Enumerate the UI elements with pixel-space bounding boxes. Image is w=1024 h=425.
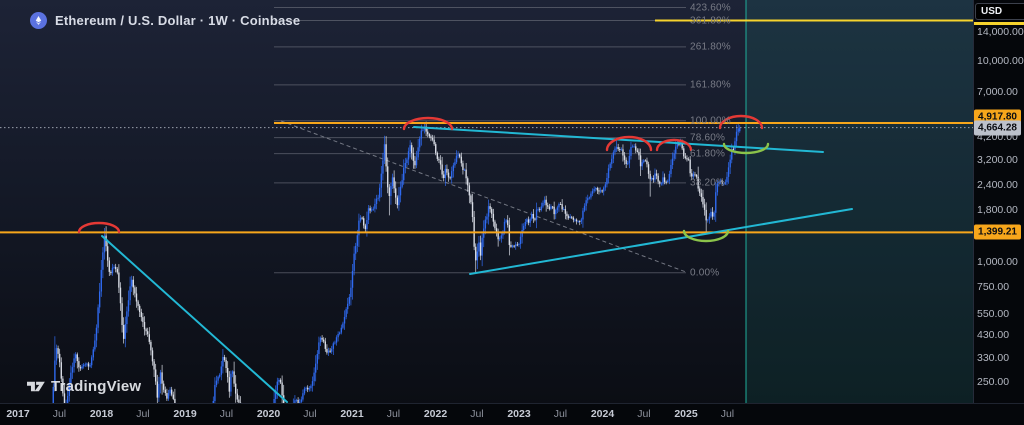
fib-level-label: 161.80%: [690, 79, 731, 90]
price-axis-border: [973, 0, 974, 403]
price-axis-label: 10,000.00: [977, 55, 1024, 67]
price-axis-label: 430.00: [977, 329, 1009, 341]
top-arc-dec-2024[interactable]: [657, 140, 691, 150]
fib-level-label: 78.60%: [690, 132, 725, 143]
up-candle-wicks: [21, 122, 740, 403]
time-axis-label: Jul: [387, 408, 400, 420]
time-axis-label: Jul: [136, 408, 149, 420]
fib-level-label: 261.80%: [690, 41, 731, 52]
fib-diagonal-line[interactable]: [281, 121, 686, 272]
projection-zone: [746, 0, 973, 403]
time-axis-label: Jul: [721, 408, 734, 420]
tradingview-watermark: TradingView: [27, 378, 141, 395]
price-axis-label: 1,000.00: [977, 256, 1018, 268]
time-axis[interactable]: 2017 Jul 2018 Jul 2019 Jul 2020 Jul 2021 Jul 2022 J…: [0, 403, 1024, 425]
ethereum-icon: [30, 12, 47, 29]
time-axis-label: Jul: [637, 408, 650, 420]
time-axis-label: 2022: [424, 408, 447, 420]
time-axis-label: 2018: [90, 408, 113, 420]
last-price-badge: 4,664.28: [974, 120, 1021, 135]
fib-level-label: 0.00%: [690, 267, 719, 278]
tradingview-watermark-text: TradingView: [51, 378, 141, 395]
time-axis-label: 2023: [507, 408, 530, 420]
up-candle-bodies: [21, 127, 741, 403]
time-axis-label: Jul: [554, 408, 567, 420]
yellow-level-axis-mark: [973, 22, 1024, 25]
fib-level-label: 61.80%: [690, 148, 725, 159]
down-candle-bodies: [19, 127, 734, 403]
price-axis-label: 550.00: [977, 308, 1009, 320]
time-axis-label: Jul: [53, 408, 66, 420]
time-axis-label: 2025: [674, 408, 697, 420]
support-price-badge: 1,399.21: [974, 225, 1021, 240]
symbol-header[interactable]: Ethereum / U.S. Dollar · 1W · Coinbase: [30, 12, 300, 29]
top-arc-2018[interactable]: [79, 223, 119, 232]
fib-level-label: 38.20%: [690, 177, 725, 188]
time-axis-label: 2020: [257, 408, 280, 420]
chart-canvas[interactable]: [0, 0, 973, 403]
time-axis-label: 2021: [340, 408, 363, 420]
tradingview-chart-window: 423.60% 361.80% 261.80% 161.80% 100.00% 78.60…: [0, 0, 1024, 425]
time-axis-label: 2017: [6, 408, 29, 420]
time-axis-label: 2024: [591, 408, 614, 420]
time-axis-label: Jul: [470, 408, 483, 420]
fib-level-label: 100.00%: [690, 115, 731, 126]
fib-level-label: 361.80%: [690, 15, 731, 26]
price-axis-label: 2,400.00: [977, 179, 1018, 191]
price-axis-label: 14,000.00: [977, 26, 1024, 38]
price-axis-label: 250.00: [977, 376, 1009, 388]
time-axis-label: 2019: [173, 408, 196, 420]
fib-level-label: 423.60%: [690, 2, 731, 13]
price-axis-label: 3,200.00: [977, 154, 1018, 166]
price-axis-label: 7,000.00: [977, 86, 1018, 98]
price-axis-label: 1,800.00: [977, 204, 1018, 216]
price-axis-label: 750.00: [977, 281, 1009, 293]
price-axis-label: 330.00: [977, 352, 1009, 364]
time-axis-label: Jul: [303, 408, 316, 420]
price-axis[interactable]: USD 14,000.0010,000.007,000.004,200.003,…: [973, 0, 1024, 403]
currency-toggle-button[interactable]: USD: [975, 3, 1024, 20]
time-axis-label: Jul: [220, 408, 233, 420]
symbol-title[interactable]: Ethereum / U.S. Dollar · 1W · Coinbase: [55, 13, 300, 28]
tradingview-logo-icon: [27, 378, 46, 395]
